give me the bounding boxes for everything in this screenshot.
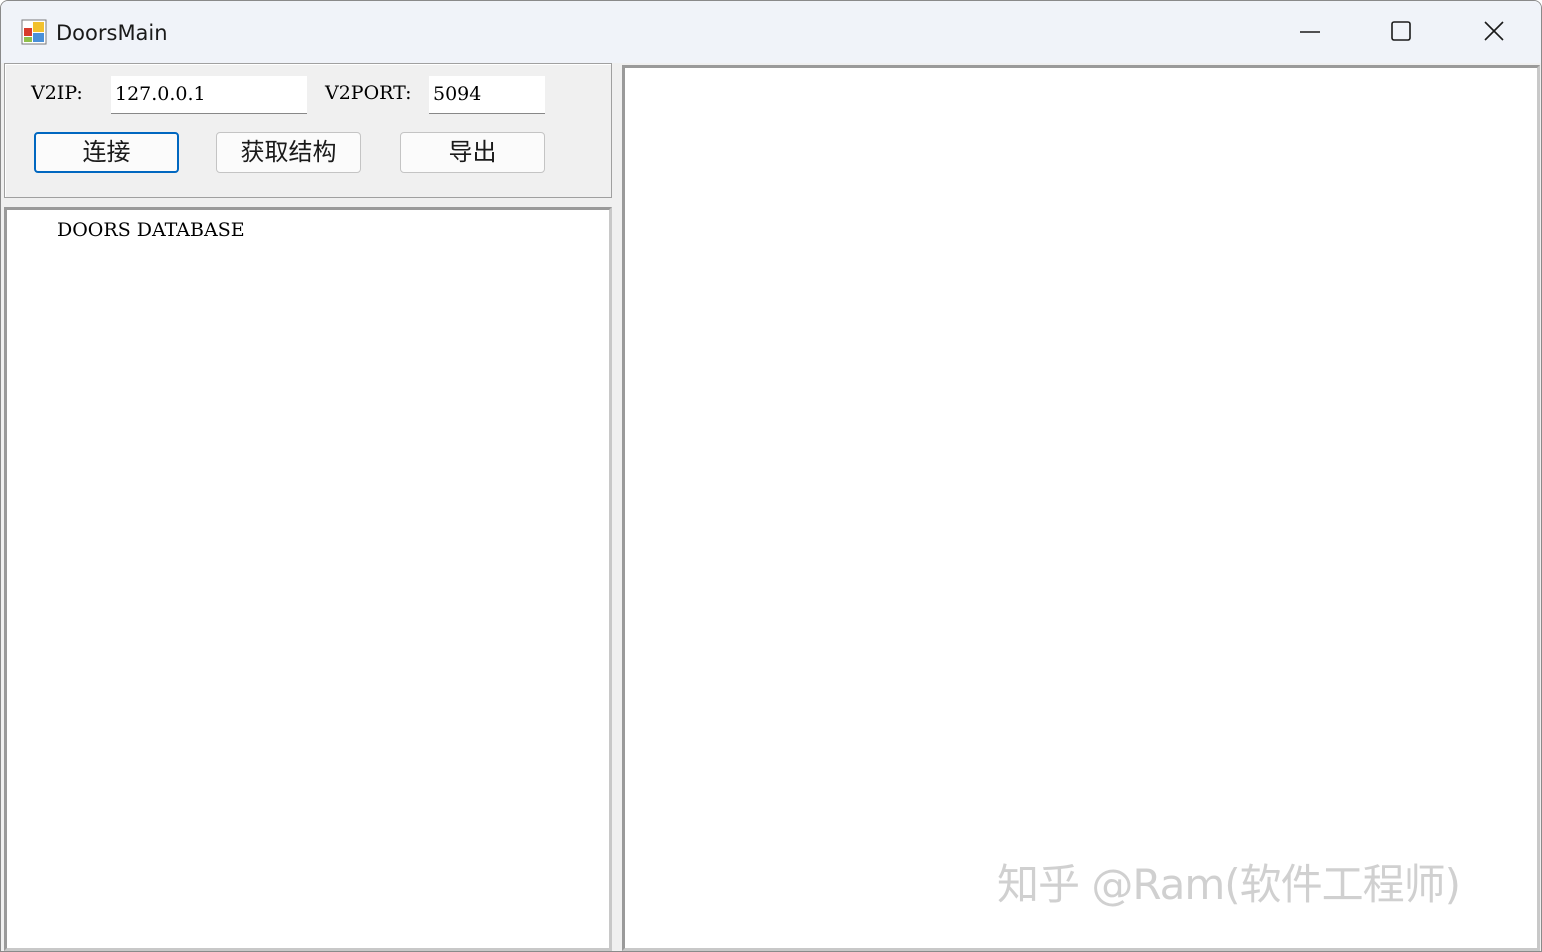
content-panel[interactable]	[622, 65, 1540, 951]
title-bar[interactable]: DoorsMain	[1, 1, 1541, 63]
ip-input[interactable]: 127.0.0.1	[111, 76, 307, 114]
watermark: 知乎 @Ram(软件工程师)	[997, 860, 1461, 909]
maximize-icon	[1391, 21, 1411, 41]
ip-label: V2IP:	[31, 82, 83, 104]
close-button[interactable]	[1448, 1, 1540, 63]
database-tree[interactable]: DOORS DATABASE	[4, 207, 612, 951]
connect-button[interactable]: 连接	[34, 132, 179, 173]
minimize-button[interactable]	[1264, 1, 1356, 63]
get-structure-button[interactable]: 获取结构	[216, 132, 361, 173]
export-button[interactable]: 导出	[400, 132, 545, 173]
connection-panel: V2IP: 127.0.0.1 V2PORT: 5094 连接 获取结构 导出	[4, 63, 612, 198]
close-icon	[1484, 21, 1504, 41]
tree-node[interactable]: DOORS DATABASE	[57, 218, 245, 242]
app-icon	[21, 19, 47, 45]
maximize-button[interactable]	[1356, 1, 1448, 63]
minimize-icon	[1300, 31, 1320, 33]
app-window: DoorsMain V2IP: 127.0.0.1 V2PORT: 5094 连…	[0, 0, 1542, 952]
port-input[interactable]: 5094	[429, 76, 545, 114]
port-label: V2PORT:	[325, 82, 412, 104]
window-title: DoorsMain	[56, 21, 168, 45]
